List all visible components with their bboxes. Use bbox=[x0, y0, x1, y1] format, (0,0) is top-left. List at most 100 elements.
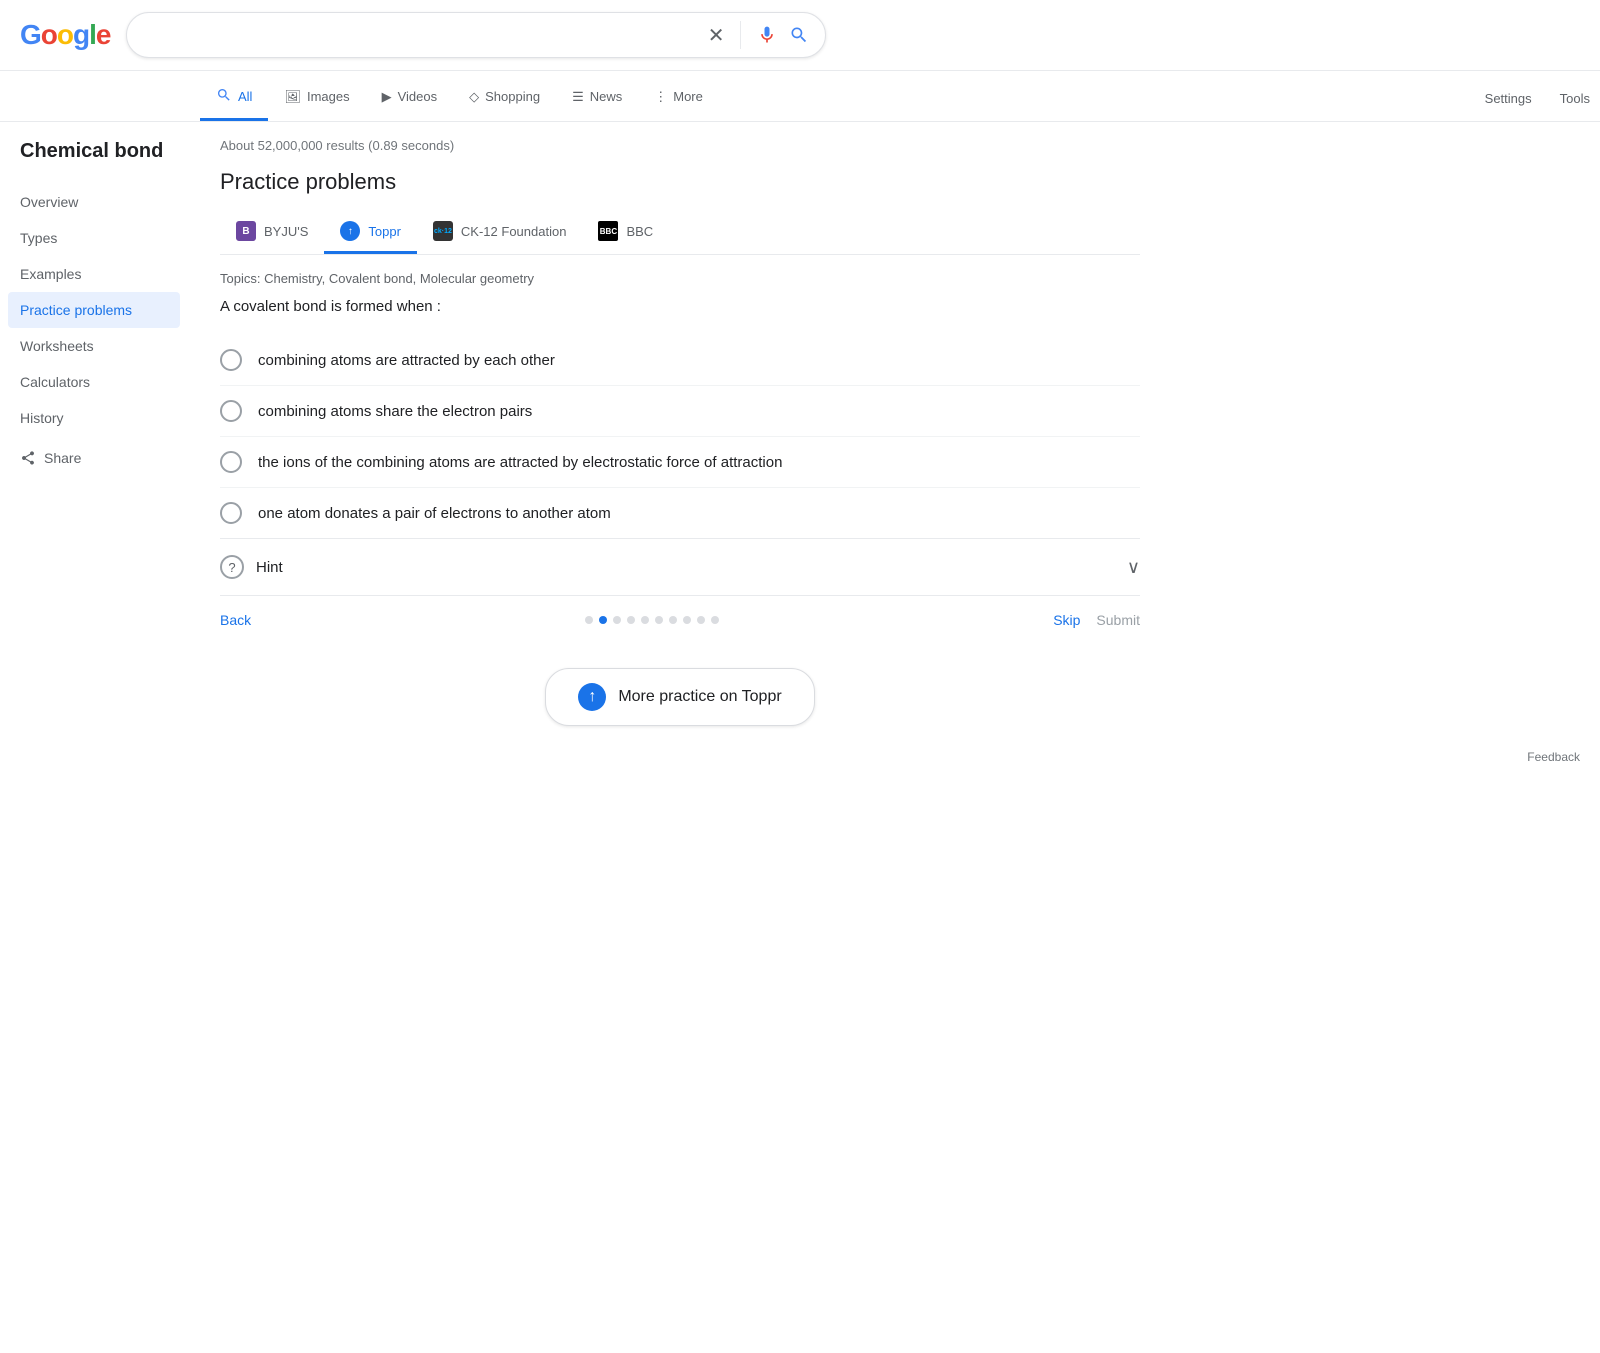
question-prompt: A covalent bond is formed when : bbox=[220, 298, 1140, 315]
submit-button: Submit bbox=[1096, 612, 1140, 628]
feedback-row: Feedback bbox=[0, 742, 1600, 772]
sidebar-item-worksheets[interactable]: Worksheets bbox=[20, 328, 180, 364]
feedback-button[interactable]: Feedback bbox=[1527, 750, 1580, 764]
images-icon: 🖼 bbox=[284, 89, 301, 105]
hint-icon: ? bbox=[220, 555, 244, 579]
sidebar-topic-title: Chemical bond bbox=[20, 138, 180, 164]
tab-news[interactable]: ☰ News bbox=[556, 77, 638, 120]
news-icon: ☰ bbox=[572, 89, 584, 105]
toppr-logo: ↑ bbox=[340, 221, 360, 241]
options-list: combining atoms are attracted by each ot… bbox=[220, 335, 1140, 538]
search-icon bbox=[789, 25, 809, 45]
source-tabs: B BYJU'S ↑ Toppr ck·12 CK-12 Foundation … bbox=[220, 211, 1140, 255]
dot-9 bbox=[711, 616, 719, 624]
all-icon bbox=[216, 87, 232, 106]
tab-all[interactable]: All bbox=[200, 75, 268, 121]
option-2-text: combining atoms share the electron pairs bbox=[258, 403, 532, 420]
bbc-label: BBC bbox=[626, 224, 653, 239]
sidebar-item-types[interactable]: Types bbox=[20, 220, 180, 256]
ck12-logo: ck·12 bbox=[433, 221, 453, 241]
topics-text: Topics: Chemistry, Covalent bond, Molecu… bbox=[220, 271, 1140, 286]
sidebar-item-examples[interactable]: Examples bbox=[20, 256, 180, 292]
google-logo: Google bbox=[20, 19, 110, 51]
dot-0 bbox=[585, 616, 593, 624]
option-1[interactable]: combining atoms are attracted by each ot… bbox=[220, 335, 1140, 386]
settings-link[interactable]: Settings bbox=[1475, 79, 1542, 118]
videos-icon: ▶ bbox=[382, 89, 392, 105]
voice-search-button[interactable] bbox=[757, 25, 777, 45]
content-area: About 52,000,000 results (0.89 seconds) … bbox=[200, 138, 1160, 742]
tools-link[interactable]: Tools bbox=[1550, 79, 1600, 118]
search-bar[interactable]: chemical bond practice problems ✕ bbox=[126, 12, 826, 58]
tab-images[interactable]: 🖼 Images bbox=[268, 77, 365, 120]
tab-more[interactable]: ⋮ More bbox=[638, 77, 719, 120]
more-icon: ⋮ bbox=[654, 89, 667, 105]
main-layout: Chemical bond Overview Types Examples Pr… bbox=[0, 122, 1600, 742]
clear-search-button[interactable]: ✕ bbox=[708, 23, 725, 48]
progress-dots bbox=[251, 616, 1053, 624]
search-icons: ✕ bbox=[708, 21, 810, 49]
sidebar: Chemical bond Overview Types Examples Pr… bbox=[20, 138, 200, 742]
dot-7 bbox=[683, 616, 691, 624]
toppr-label: Toppr bbox=[368, 224, 401, 239]
practice-section-title: Practice problems bbox=[220, 169, 1140, 195]
radio-option-1[interactable] bbox=[220, 349, 242, 371]
dot-4 bbox=[641, 616, 649, 624]
byjus-logo: B bbox=[236, 221, 256, 241]
sidebar-item-practice-problems[interactable]: Practice problems bbox=[8, 292, 180, 328]
dot-3 bbox=[627, 616, 635, 624]
sidebar-item-calculators[interactable]: Calculators bbox=[20, 364, 180, 400]
ck12-label: CK-12 Foundation bbox=[461, 224, 567, 239]
tab-videos-label: Videos bbox=[398, 89, 438, 104]
tab-all-label: All bbox=[238, 89, 252, 104]
sidebar-item-overview[interactable]: Overview bbox=[20, 184, 180, 220]
back-button[interactable]: Back bbox=[220, 612, 251, 628]
byjus-label: BYJU'S bbox=[264, 224, 308, 239]
skip-button[interactable]: Skip bbox=[1053, 612, 1080, 628]
search-button[interactable] bbox=[789, 25, 809, 45]
more-practice-container: ↑ More practice on Toppr bbox=[220, 644, 1140, 742]
share-label: Share bbox=[44, 450, 81, 466]
tab-shopping-label: Shopping bbox=[485, 89, 540, 104]
toppr-circle-icon: ↑ bbox=[578, 683, 606, 711]
tab-shopping[interactable]: ◇ Shopping bbox=[453, 77, 556, 120]
radio-option-3[interactable] bbox=[220, 451, 242, 473]
nav-settings: Settings Tools bbox=[1475, 79, 1600, 118]
chevron-down-icon: ∨ bbox=[1127, 557, 1140, 578]
nav-tabs: All 🖼 Images ▶ Videos ◇ Shopping ☰ News … bbox=[0, 71, 1600, 122]
hint-row[interactable]: ? Hint ∨ bbox=[220, 538, 1140, 595]
search-input[interactable]: chemical bond practice problems bbox=[143, 26, 707, 44]
option-3[interactable]: the ions of the combining atoms are attr… bbox=[220, 437, 1140, 488]
dot-8 bbox=[697, 616, 705, 624]
header: Google chemical bond practice problems ✕ bbox=[0, 0, 1600, 71]
bbc-logo: BBC bbox=[598, 221, 618, 241]
hint-label: Hint bbox=[256, 559, 1115, 576]
tab-videos[interactable]: ▶ Videos bbox=[366, 77, 454, 120]
radio-option-4[interactable] bbox=[220, 502, 242, 524]
dot-1 bbox=[599, 616, 607, 624]
option-4[interactable]: one atom donates a pair of electrons to … bbox=[220, 488, 1140, 538]
radio-option-2[interactable] bbox=[220, 400, 242, 422]
share-icon bbox=[20, 450, 36, 466]
dot-2 bbox=[613, 616, 621, 624]
shopping-icon: ◇ bbox=[469, 89, 479, 105]
option-4-text: one atom donates a pair of electrons to … bbox=[258, 505, 611, 522]
option-2[interactable]: combining atoms share the electron pairs bbox=[220, 386, 1140, 437]
option-3-text: the ions of the combining atoms are attr… bbox=[258, 454, 782, 471]
results-count: About 52,000,000 results (0.89 seconds) bbox=[220, 138, 1140, 153]
source-tab-byjus[interactable]: B BYJU'S bbox=[220, 211, 324, 254]
dot-6 bbox=[669, 616, 677, 624]
source-tab-ck12[interactable]: ck·12 CK-12 Foundation bbox=[417, 211, 583, 254]
share-button[interactable]: Share bbox=[20, 440, 180, 476]
source-tab-bbc[interactable]: BBC BBC bbox=[582, 211, 669, 254]
more-practice-label: More practice on Toppr bbox=[618, 688, 781, 706]
tab-news-label: News bbox=[590, 89, 623, 104]
question-nav: Back Skip Submit bbox=[220, 595, 1140, 644]
dot-5 bbox=[655, 616, 663, 624]
sidebar-item-history[interactable]: History bbox=[20, 400, 180, 436]
more-practice-button[interactable]: ↑ More practice on Toppr bbox=[545, 668, 814, 726]
mic-icon bbox=[757, 25, 777, 45]
option-1-text: combining atoms are attracted by each ot… bbox=[258, 352, 555, 369]
source-tab-toppr[interactable]: ↑ Toppr bbox=[324, 211, 417, 254]
tab-images-label: Images bbox=[307, 89, 350, 104]
